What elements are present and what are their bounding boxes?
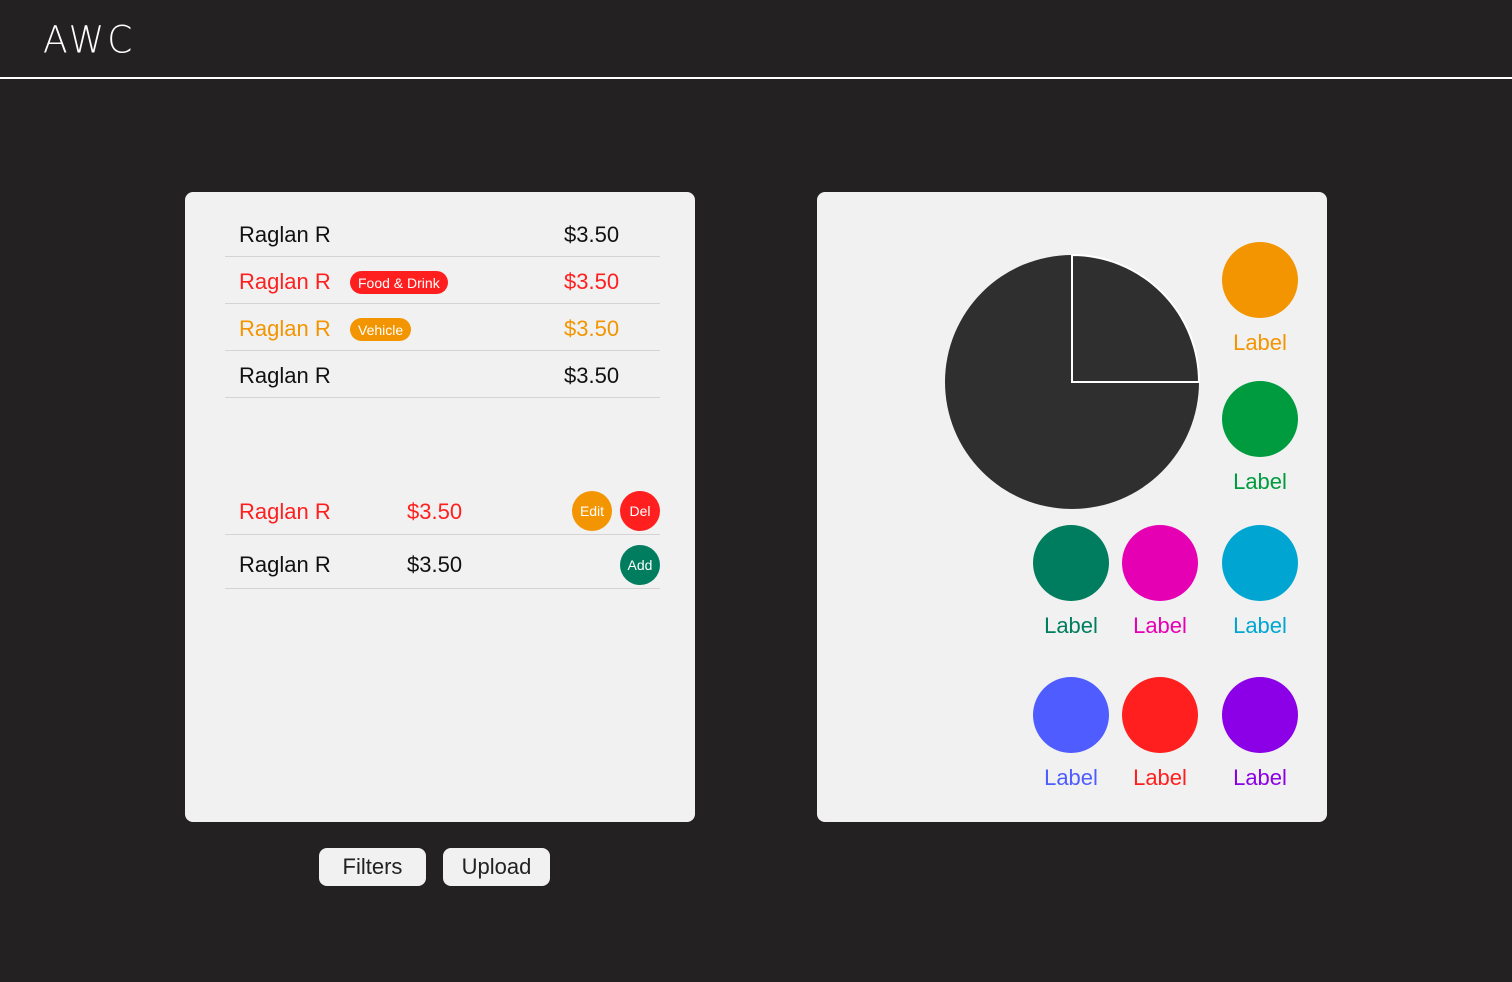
transaction-amount: $3.50 (564, 269, 620, 294)
legend-item[interactable]: Label (1122, 677, 1198, 791)
transaction-row[interactable]: Raglan R Vehicle $3.50 (225, 304, 660, 351)
legend-dot (1122, 525, 1198, 601)
legend-dot (1033, 677, 1109, 753)
pie-chart (945, 254, 1201, 509)
category-tag: Food & Drink (350, 271, 448, 294)
legend-item[interactable]: Label (1222, 677, 1298, 791)
transaction-name: Raglan R (239, 363, 331, 388)
transaction-name: Raglan R (239, 269, 331, 294)
legend-label: Label (1233, 469, 1287, 494)
legend-item[interactable]: Label (1122, 525, 1198, 639)
transaction-name: Raglan R (239, 222, 331, 247)
app-logo[interactable]: AWC (43, 19, 135, 62)
add-button[interactable]: Add (620, 545, 660, 585)
transaction-amount: $3.50 (564, 363, 620, 388)
transaction-name: Raglan R (239, 552, 331, 577)
category-tag: Vehicle (350, 318, 412, 341)
legend-item[interactable]: Label (1033, 525, 1109, 639)
legend-label: Label (1233, 330, 1287, 355)
delete-button[interactable]: Del (620, 491, 660, 531)
editable-row: Raglan R $3.50 Add (225, 535, 660, 589)
legend-dot (1222, 381, 1298, 457)
transaction-row[interactable]: Raglan R $3.50 (225, 351, 660, 398)
legend-item[interactable]: Label (1222, 381, 1298, 495)
transactions-panel: Raglan R $3.50 Raglan R Food & Drink $3.… (185, 192, 695, 822)
legend-label: Label (1044, 765, 1098, 790)
pie-slice-small (1071, 254, 1201, 383)
chart-panel: Label Label Label Label Label Label Labe… (817, 192, 1327, 822)
legend-dot (1033, 525, 1109, 601)
transaction-amount: $3.50 (407, 499, 463, 524)
transaction-row[interactable]: Raglan R Food & Drink $3.50 (225, 257, 660, 304)
legend-label: Label (1233, 613, 1287, 638)
app-header: AWC (0, 0, 1512, 79)
transaction-amount: $3.50 (564, 222, 620, 247)
transaction-amount: $3.50 (407, 552, 463, 577)
transaction-name: Raglan R (239, 316, 331, 341)
legend-label: Label (1044, 613, 1098, 638)
legend-label: Label (1133, 765, 1187, 790)
legend-dot (1222, 677, 1298, 753)
edit-button[interactable]: Edit (572, 491, 612, 531)
transaction-amount: $3.50 (564, 316, 620, 341)
legend-dot (1222, 525, 1298, 601)
transaction-row[interactable]: Raglan R $3.50 (225, 210, 660, 257)
editable-row: Raglan R $3.50 Edit Del (225, 487, 660, 535)
legend-item[interactable]: Label (1222, 525, 1298, 639)
legend-dot (1122, 677, 1198, 753)
legend-label: Label (1133, 613, 1187, 638)
filters-button[interactable]: Filters (319, 848, 426, 886)
legend-label: Label (1233, 765, 1287, 790)
upload-button[interactable]: Upload (443, 848, 550, 886)
transaction-name: Raglan R (239, 499, 331, 524)
legend-item[interactable]: Label (1033, 677, 1109, 791)
legend-dot (1222, 242, 1298, 318)
legend-item[interactable]: Label (1222, 242, 1298, 356)
